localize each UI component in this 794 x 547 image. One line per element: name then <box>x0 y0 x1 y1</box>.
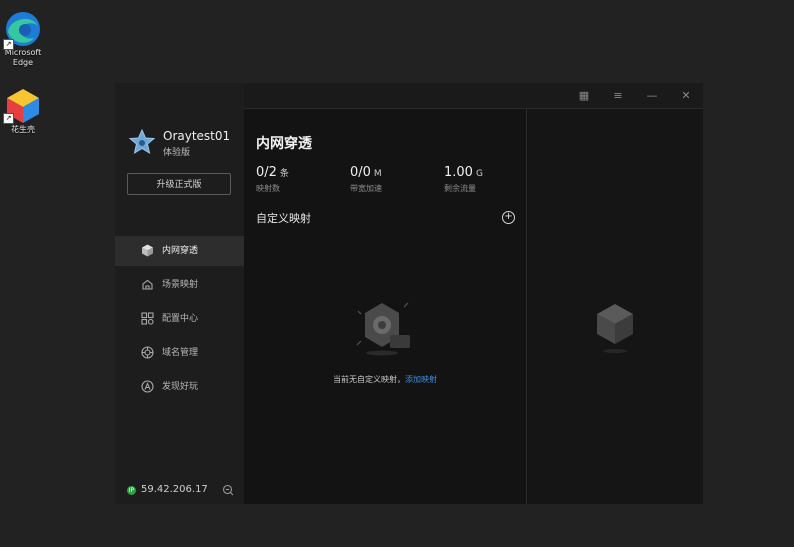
main-panel: 内网穿透 0/2 条 映射数 0/0 M 带宽加速 1.00 G 剩余流量 自定义映射… <box>244 109 527 504</box>
nav-label: 配置中心 <box>162 314 199 324</box>
stat-bandwidth: 0/0 M 带宽加速 <box>350 161 382 194</box>
minimize-button[interactable]: — <box>644 88 660 104</box>
edition-label: 体验版 <box>163 148 191 158</box>
cube-placeholder-icon <box>597 304 633 353</box>
close-button[interactable]: ✕ <box>678 88 694 104</box>
scene-map-icon <box>142 279 153 290</box>
shortcut-arrow-icon: ↗ <box>3 113 14 124</box>
empty-state-text: 当前无自定义映射， <box>333 375 405 384</box>
ip-status-icon: IP <box>127 486 136 495</box>
shortcut-arrow-icon: ↗ <box>3 39 14 50</box>
add-mapping-link[interactable]: 添加映射 <box>405 375 437 384</box>
add-mapping-button[interactable]: + <box>502 211 515 224</box>
cube-icon <box>142 244 153 257</box>
desktop-icon-huashengke[interactable]: ↗ 花生壳 <box>0 87 53 135</box>
stat-value: 1.00 <box>444 165 473 180</box>
stat-unit: M <box>373 169 382 179</box>
stat-caption: 剩余流量 <box>444 184 476 193</box>
sidebar: Oraytest01 体验版 升级正式版 内网穿透 场景映射 配置中心 域名管理… <box>115 83 244 504</box>
nav-label: 发现好玩 <box>162 382 199 392</box>
nav-item-scene-map[interactable]: 场景映射 <box>115 270 244 300</box>
username: Oraytest01 <box>163 129 231 143</box>
stat-caption: 带宽加速 <box>350 184 382 193</box>
stat-remaining-traffic: 1.00 G 剩余流量 <box>444 161 483 194</box>
desktop-icon-edge[interactable]: ↗ Microsoft Edge <box>0 10 53 68</box>
stat-value: 0/2 <box>256 165 277 180</box>
page-title: 内网穿透 <box>256 136 312 152</box>
nav-label: 场景映射 <box>162 280 199 290</box>
qr-code-icon[interactable]: ▦ <box>576 88 592 104</box>
ip-address: 59.42.206.17 <box>141 484 208 495</box>
stat-mapping-count: 0/2 条 映射数 <box>256 161 289 194</box>
discover-icon <box>141 380 154 393</box>
nav-item-discover[interactable]: 发现好玩 <box>115 372 244 402</box>
app-window: Oraytest01 体验版 升级正式版 内网穿透 场景映射 配置中心 域名管理… <box>115 83 703 504</box>
nav-label: 内网穿透 <box>162 246 199 256</box>
stat-unit: G <box>475 169 483 179</box>
stat-value: 0/0 <box>350 165 371 180</box>
desktop-icon-label: Edge <box>12 58 34 67</box>
desktop-icon-label: 花生壳 <box>11 125 35 134</box>
menu-icon[interactable]: ≡ <box>610 88 626 104</box>
detail-pane <box>527 109 703 504</box>
empty-state-illustration-icon <box>356 302 410 356</box>
nav-item-config-center[interactable]: 配置中心 <box>115 304 244 334</box>
zoom-search-icon[interactable] <box>222 484 234 496</box>
nav-label: 域名管理 <box>162 348 199 358</box>
upgrade-button[interactable]: 升级正式版 <box>127 173 231 195</box>
section-title: 自定义映射 <box>256 212 311 225</box>
domain-icon <box>141 346 154 359</box>
titlebar: ▦ ≡ — ✕ <box>244 83 703 109</box>
empty-state-message: 当前无自定义映射，添加映射 <box>244 374 526 385</box>
avatar-star-icon <box>128 128 156 155</box>
stat-unit: 条 <box>279 169 289 179</box>
stat-caption: 映射数 <box>256 184 280 193</box>
config-grid-icon <box>141 312 154 325</box>
nav-item-domain[interactable]: 域名管理 <box>115 338 244 368</box>
nav-item-intranet[interactable]: 内网穿透 <box>115 236 244 266</box>
